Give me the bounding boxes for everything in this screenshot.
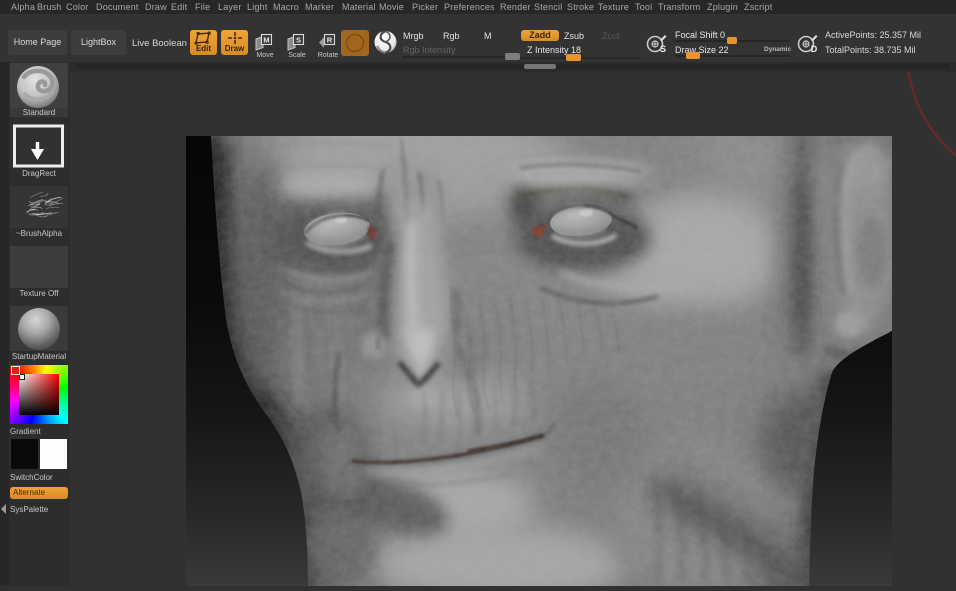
svg-text:S: S	[660, 44, 666, 54]
svg-text:S: S	[296, 36, 301, 45]
svg-text:R: R	[327, 36, 333, 45]
svg-text:M: M	[263, 36, 269, 45]
svg-text:D: D	[811, 44, 818, 54]
